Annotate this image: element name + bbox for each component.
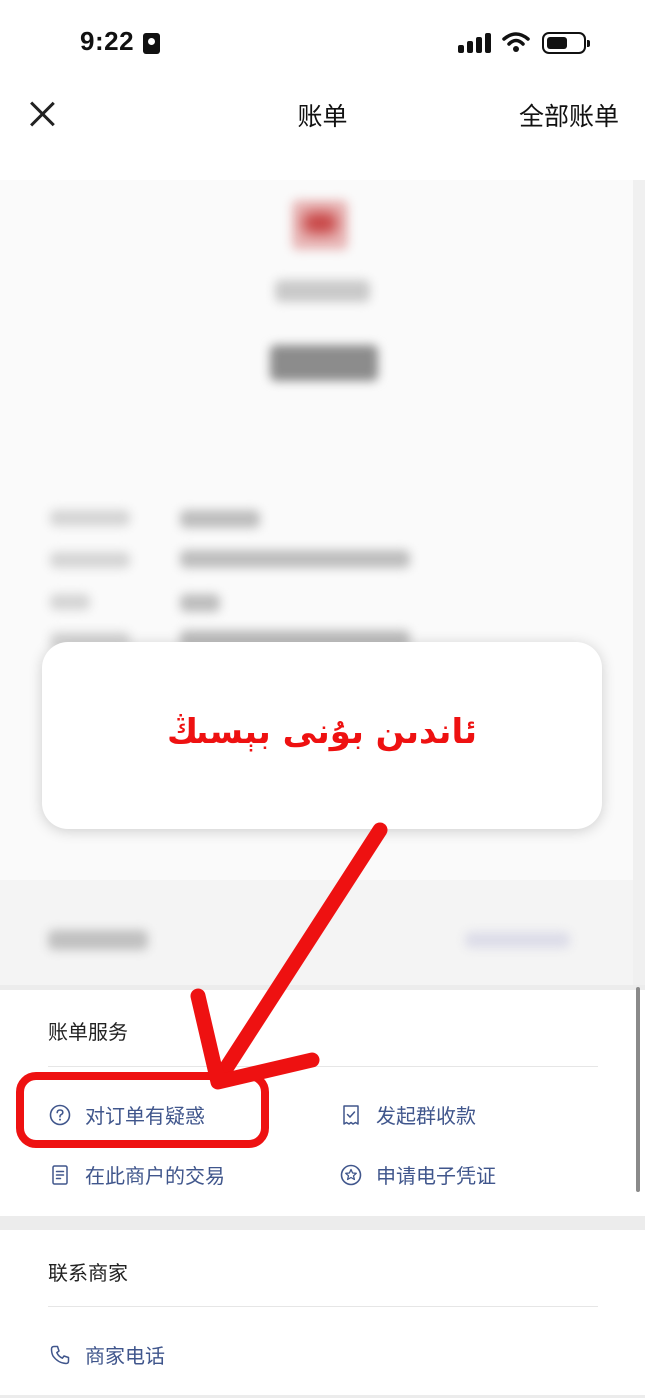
section-divider	[0, 1216, 645, 1230]
question-circle-icon	[49, 1104, 71, 1126]
amount-blurred	[270, 345, 378, 381]
contact-merchant-title: 联系商家	[48, 1261, 128, 1285]
merchant-transactions-button[interactable]: 在此商户的交易	[49, 1160, 225, 1189]
order-question-button[interactable]: 对订单有疑惑	[49, 1100, 205, 1129]
scrollbar[interactable]	[636, 987, 640, 1192]
all-bills-link[interactable]: 全部账单	[519, 97, 619, 133]
cellular-signal-icon	[458, 33, 492, 53]
wifi-icon	[502, 32, 530, 52]
merchant-phone-button[interactable]: 商家电话	[49, 1340, 165, 1369]
merchant-transactions-label: 在此商户的交易	[85, 1164, 225, 1188]
status-bar: 9:22	[0, 0, 645, 80]
phone-icon	[49, 1344, 71, 1366]
group-collection-label: 发起群收款	[376, 1104, 476, 1128]
bill-services-title: 账单服务	[48, 1020, 128, 1044]
section-divider	[0, 985, 645, 990]
status-time: 9:22	[80, 26, 135, 56]
section-line	[48, 1066, 598, 1067]
e-receipt-button[interactable]: 申请电子凭证	[340, 1160, 496, 1189]
merchant-phone-label: 商家电话	[85, 1344, 165, 1368]
arrow-head	[190, 988, 320, 1090]
section-line	[48, 1306, 598, 1307]
battery-icon	[542, 32, 590, 54]
document-icon	[49, 1164, 71, 1186]
bill-details-blurred	[0, 180, 645, 985]
star-circle-icon	[340, 1164, 362, 1186]
receipt-check-icon	[340, 1104, 362, 1126]
nav-bar: 账单 全部账单	[0, 80, 645, 150]
order-question-label: 对订单有疑惑	[85, 1104, 205, 1128]
instruction-text: ئاندىن بۇنى بېسىڭ	[166, 712, 477, 752]
e-receipt-label: 申请电子凭证	[376, 1164, 496, 1188]
instruction-popup: ئاندىن بۇنى بېسىڭ	[42, 642, 602, 829]
id-card-icon	[143, 33, 160, 54]
group-collection-button[interactable]: 发起群收款	[340, 1100, 476, 1129]
merchant-name-blurred	[275, 280, 370, 302]
